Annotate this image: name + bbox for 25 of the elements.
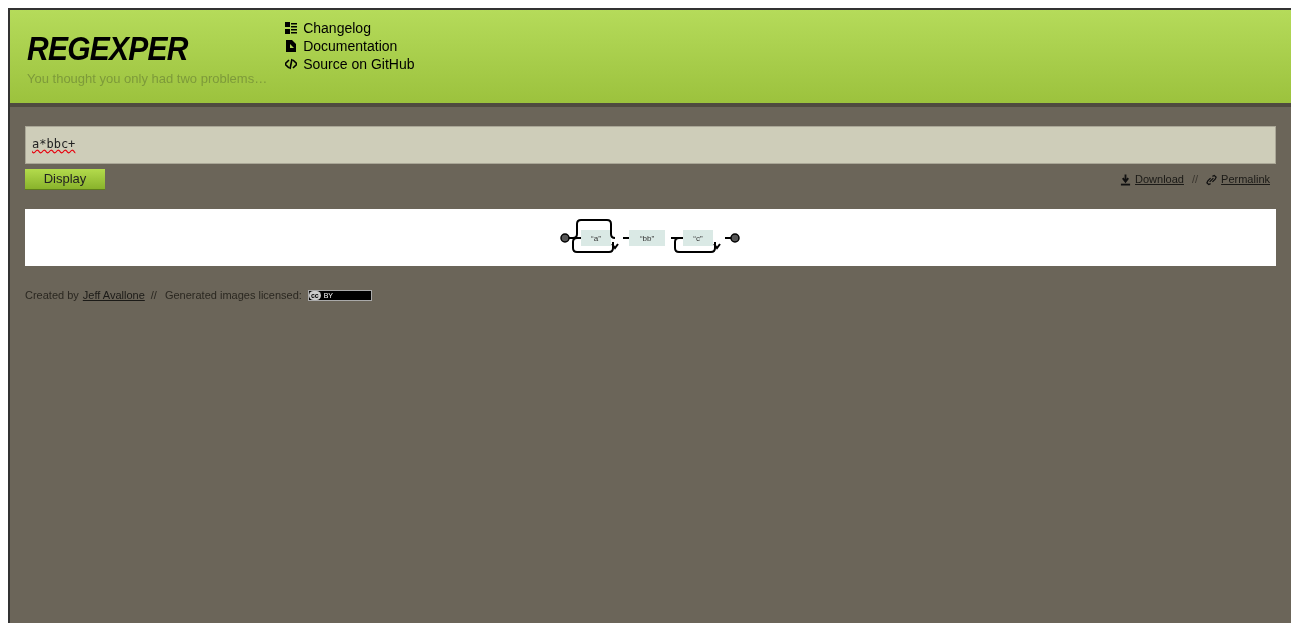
display-button[interactable]: Display (25, 169, 105, 190)
expression-input[interactable]: a*bbc+ (25, 126, 1276, 164)
literal-node: “bb” (629, 229, 665, 246)
connector-line (622, 236, 630, 239)
repeat-loop (674, 236, 721, 253)
separator: // (150, 288, 157, 303)
nav-link[interactable]: Source on GitHub (285, 55, 415, 73)
nav-link[interactable]: Documentation (285, 37, 415, 55)
literal-node: “a” (581, 229, 611, 246)
code-icon (285, 58, 298, 70)
list-icon (285, 22, 298, 34)
document-icon (285, 40, 298, 52)
literal-node: “c” (683, 229, 713, 246)
skip-loop (572, 218, 616, 239)
repeat-loop (572, 236, 619, 253)
logo[interactable]: REGEXPER (27, 30, 268, 68)
download-icon (1120, 173, 1132, 186)
connector-line (670, 236, 684, 239)
link-icon (1206, 173, 1218, 186)
credit-text: Created by (25, 288, 79, 303)
separator: // (1191, 172, 1199, 188)
nav-link[interactable]: Changelog (285, 19, 415, 37)
connector-line (568, 236, 582, 239)
license-text: Generated images licensed: (164, 288, 302, 303)
start-node (560, 232, 570, 243)
